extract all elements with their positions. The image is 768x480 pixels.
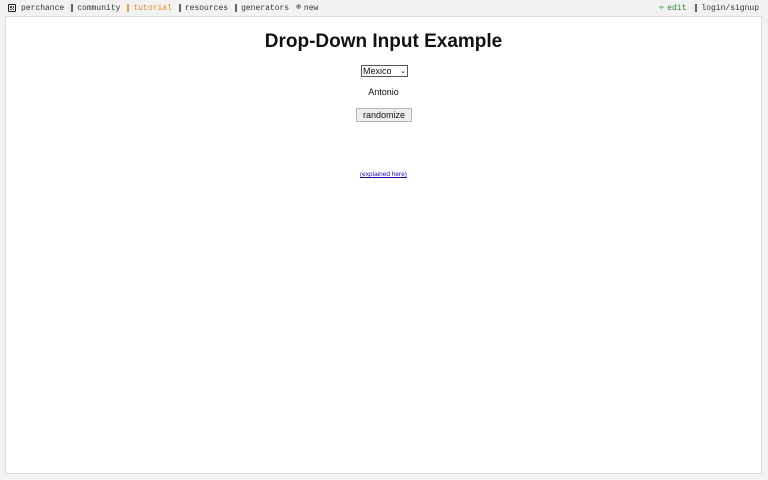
nav-item-perchance[interactable]: perchance bbox=[8, 4, 64, 13]
nav-label-generators: generators bbox=[241, 3, 290, 13]
nav-item-resources[interactable]: resources bbox=[178, 3, 229, 13]
nav-item-login[interactable]: login/signup bbox=[695, 4, 759, 13]
explained-here-link[interactable]: (explained here) bbox=[360, 171, 407, 178]
top-nav-bar: perchance community tutorial resources g… bbox=[0, 0, 768, 16]
tutorial-icon bbox=[127, 4, 130, 12]
plus-circle-icon: ⊕ bbox=[296, 3, 301, 12]
generator-panel: Drop-Down Input Example Mexico ⌄ Antonio… bbox=[5, 16, 762, 474]
nav-item-generators[interactable]: generators bbox=[235, 4, 289, 13]
nav-label-resources: resources bbox=[184, 3, 229, 13]
generated-name: Antonio bbox=[368, 87, 399, 97]
pencil-icon: ✏ bbox=[659, 3, 665, 12]
page-title: Drop-Down Input Example bbox=[264, 31, 503, 52]
nav-label-community: community bbox=[77, 3, 121, 13]
community-icon bbox=[71, 4, 74, 12]
nav-label-login: login/signup bbox=[701, 3, 759, 13]
die-icon bbox=[8, 4, 16, 12]
randomize-button[interactable]: randomize bbox=[356, 108, 412, 122]
nav-right: ✏ edit login/signup bbox=[650, 0, 768, 16]
nav-label-new: new bbox=[303, 3, 319, 13]
user-icon bbox=[695, 4, 698, 12]
country-dropdown[interactable]: Mexico ⌄ bbox=[361, 65, 408, 77]
nav-item-edit[interactable]: ✏ edit bbox=[659, 4, 686, 13]
nav-label-tutorial: tutorial bbox=[133, 3, 172, 13]
generators-icon bbox=[235, 4, 238, 12]
nav-item-tutorial[interactable]: tutorial bbox=[127, 3, 172, 13]
nav-item-community[interactable]: community bbox=[71, 4, 120, 13]
dropdown-selected-value: Mexico bbox=[363, 66, 392, 76]
explained-link-wrapper: (explained here) bbox=[6, 171, 761, 178]
resources-icon bbox=[178, 4, 181, 12]
chevron-down-icon: ⌄ bbox=[400, 68, 406, 75]
nav-left: perchance community tutorial resources g… bbox=[0, 0, 325, 16]
nav-label-edit: edit bbox=[667, 3, 687, 13]
nav-label-perchance: perchance bbox=[21, 3, 65, 13]
nav-item-new[interactable]: ⊕ new bbox=[296, 4, 318, 13]
